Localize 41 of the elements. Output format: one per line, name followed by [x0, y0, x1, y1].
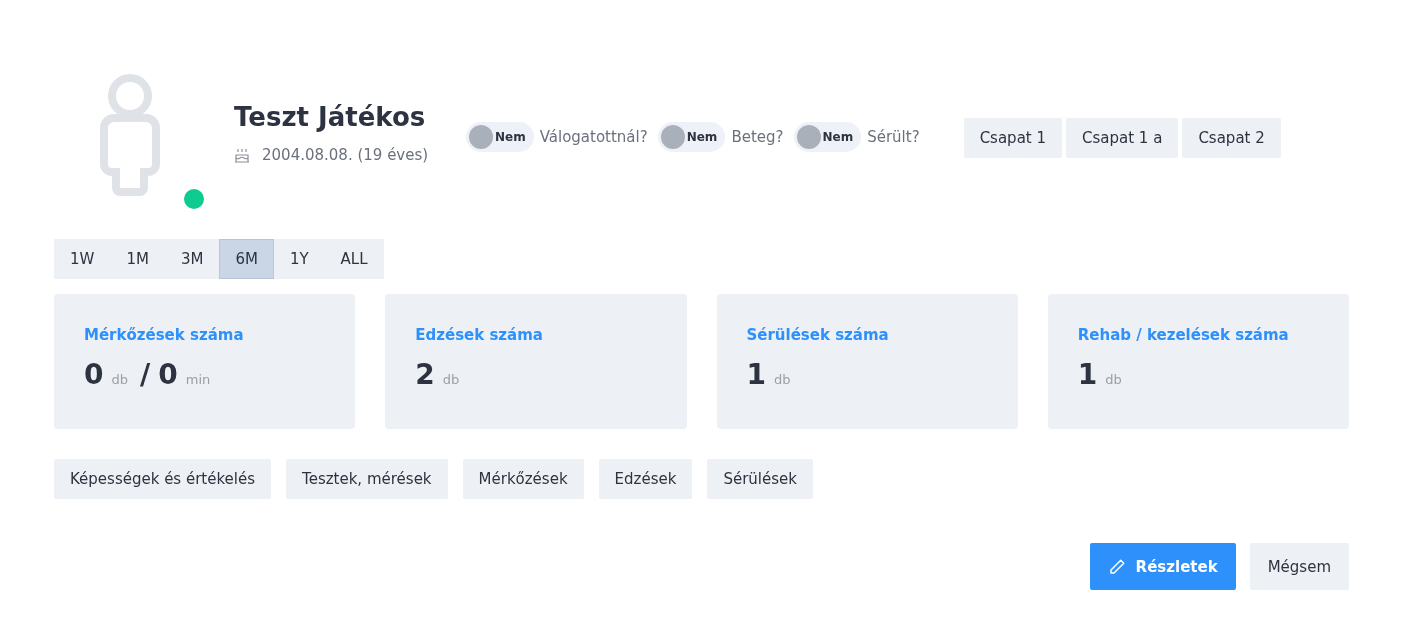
- toggle-label: Sérült?: [867, 128, 920, 146]
- section-button[interactable]: Edzések: [598, 459, 693, 499]
- player-name: Teszt Játékos: [234, 102, 427, 132]
- period-tab[interactable]: 6M: [219, 239, 274, 279]
- period-tab[interactable]: ALL: [324, 239, 384, 279]
- stat-title: Mérkőzések száma: [84, 326, 245, 344]
- stat-unit: db: [111, 372, 128, 387]
- period-tab[interactable]: 1W: [54, 239, 111, 279]
- stat-value: 1: [1077, 358, 1098, 391]
- birth-date: 2004.08.08. (19 éves): [262, 146, 429, 164]
- cancel-button[interactable]: Mégsem: [1249, 543, 1349, 590]
- toggle-switch[interactable]: Nem: [793, 122, 862, 152]
- pencil-icon: [1107, 557, 1126, 576]
- person-silhouette-icon: [100, 74, 160, 196]
- toggle-switch[interactable]: Nem: [657, 122, 726, 152]
- stat-value: 0: [158, 358, 178, 391]
- stat-separator: /: [140, 358, 151, 391]
- stat-unit: db: [1105, 372, 1122, 387]
- team-button[interactable]: Csapat 2: [1182, 118, 1281, 158]
- toggle-label: Beteg?: [731, 128, 784, 146]
- stat-value: 2: [415, 358, 435, 391]
- stat-unit: min: [185, 372, 211, 387]
- stat-title: Rehab / kezelések száma: [1077, 326, 1290, 344]
- section-button[interactable]: Mérkőzések: [462, 459, 584, 499]
- stat-value: 1: [746, 358, 766, 391]
- stat-title: Edzések száma: [415, 326, 544, 344]
- section-button[interactable]: Képességek és értékelés: [54, 459, 272, 499]
- section-button[interactable]: Sérülések: [707, 459, 813, 499]
- cake-icon: [234, 147, 250, 163]
- stat-unit: db: [774, 372, 791, 387]
- period-tab[interactable]: 1M: [110, 239, 165, 279]
- period-tab[interactable]: 1Y: [273, 239, 325, 279]
- team-button[interactable]: Csapat 1 a: [1066, 118, 1179, 158]
- section-button[interactable]: Tesztek, mérések: [286, 459, 448, 499]
- toggle-switch[interactable]: Nem: [466, 122, 534, 152]
- toggle-label: Válogatottnál?: [539, 128, 648, 146]
- stat-value: 0: [84, 358, 104, 391]
- team-button[interactable]: Csapat 1: [963, 118, 1062, 158]
- period-tab[interactable]: 3M: [164, 239, 220, 279]
- stat-unit: db: [442, 372, 460, 387]
- stat-title: Sérülések száma: [746, 326, 890, 344]
